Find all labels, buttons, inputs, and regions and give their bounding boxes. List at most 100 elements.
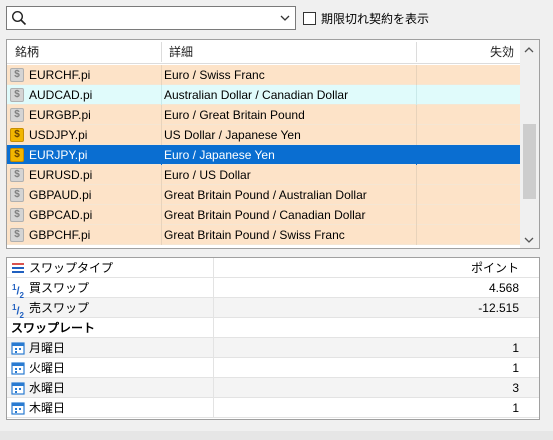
column-header-symbol[interactable]: 銘柄 (15, 40, 39, 64)
cell-divider (416, 105, 417, 125)
symbol-description: Euro / US Dollar (164, 168, 251, 182)
column-header-description[interactable]: 詳細 (169, 40, 193, 64)
symbol-row[interactable]: $ GBPCAD.pi Great Britain Pound / Canadian… (7, 205, 520, 225)
symbol-name: AUDCAD.pi (29, 88, 93, 102)
cell-divider (161, 165, 162, 185)
cell-divider (161, 125, 162, 145)
symbol-row[interactable]: $ GBPAUD.pi Great Britain Pound / Australi… (7, 185, 520, 205)
cell-divider (213, 398, 214, 418)
scrollbar-thumb[interactable] (523, 124, 536, 199)
symbol-name: GBPCHF.pi (29, 228, 91, 242)
coin-grey-icon: $ (10, 228, 24, 242)
scroll-down-arrow-icon[interactable] (524, 236, 534, 244)
chevron-down-icon[interactable] (280, 14, 290, 22)
cell-divider (416, 185, 417, 205)
cell-divider (416, 165, 417, 185)
property-row[interactable]: 水曜日 3 (7, 378, 539, 398)
show-expired-label: 期限切れ契約を表示 (321, 11, 430, 26)
coin-grey-icon: $ (10, 68, 24, 82)
property-row[interactable]: 火曜日 1 (7, 358, 539, 378)
calendar-icon (11, 341, 25, 355)
cell-divider (213, 298, 214, 318)
symbol-name: EURGBP.pi (29, 108, 91, 122)
symbol-row[interactable]: $ GBPCHF.pi Great Britain Pound / Swiss Fr… (7, 225, 520, 245)
cell-divider (416, 125, 417, 145)
symbol-description: Great Britain Pound / Australian Dollar (164, 188, 367, 202)
cell-divider (161, 85, 162, 105)
calendar-icon (11, 381, 25, 395)
symbol-row[interactable]: $ EURGBP.pi Euro / Great Britain Pound (7, 105, 520, 125)
symbol-search-combobox[interactable] (6, 6, 296, 30)
checkbox-box[interactable] (303, 11, 316, 25)
symbols-table-header: 銘柄 詳細 失効 (7, 40, 520, 64)
property-row[interactable]: 月曜日 1 (7, 338, 539, 358)
symbol-description: Euro / Great Britain Pound (164, 108, 305, 122)
cell-divider (213, 358, 214, 378)
half-icon: 1/2 (12, 303, 24, 320)
symbol-row[interactable]: $ USDJPY.pi US Dollar / Japanese Yen (7, 125, 520, 145)
symbol-name: GBPCAD.pi (29, 208, 93, 222)
bottom-strip (0, 431, 553, 440)
property-label: スワップタイプ (29, 261, 114, 275)
property-label: 買スワップ (29, 281, 90, 295)
cell-divider (213, 258, 214, 278)
cell-divider (416, 205, 417, 225)
cell-divider (213, 318, 214, 338)
symbols-table-body: $ EURCHF.pi Euro / Swiss Franc $ AUDCAD.pi Au… (7, 65, 520, 245)
cell-divider (213, 278, 214, 298)
symbol-name: USDJPY.pi (29, 128, 88, 142)
cell-divider (416, 65, 417, 85)
property-row[interactable]: 1/2 買スワップ 4.568 (7, 278, 539, 300)
search-input[interactable] (31, 9, 267, 27)
symbol-row[interactable]: $ EURUSD.pi Euro / US Dollar (7, 165, 520, 185)
coin-gold-icon: $ (10, 148, 24, 162)
search-icon (11, 10, 27, 26)
property-value: 1 (512, 401, 519, 415)
column-divider[interactable] (161, 42, 162, 62)
property-value: 1 (512, 341, 519, 355)
vertical-scrollbar[interactable] (520, 40, 539, 248)
property-label: 水曜日 (29, 381, 66, 395)
cell-divider (213, 378, 214, 398)
symbol-row[interactable]: $ AUDCAD.pi Australian Dollar / Canadian D… (7, 85, 520, 105)
cell-divider (161, 145, 162, 165)
symbol-row[interactable]: $ EURCHF.pi Euro / Swiss Franc (7, 65, 520, 85)
property-value: -12.515 (478, 301, 519, 315)
property-value: ポイント (470, 261, 519, 275)
swap-type-row[interactable]: スワップタイプ ポイント (7, 258, 539, 278)
list-icon (11, 261, 25, 275)
show-expired-checkbox[interactable]: 期限切れ契約を表示 (303, 9, 429, 27)
symbols-table: 銘柄 詳細 失効 $ EURCHF.pi Euro / Swiss Franc $ AU… (6, 39, 540, 249)
coin-grey-icon: $ (10, 208, 24, 222)
cell-divider (161, 205, 162, 225)
coin-gold-icon: $ (10, 128, 24, 142)
symbol-description: US Dollar / Japanese Yen (164, 128, 301, 142)
property-label: スワップレート (11, 321, 96, 335)
cell-divider (416, 85, 417, 105)
cell-divider (161, 65, 162, 85)
cell-divider (161, 105, 162, 125)
symbol-description: Euro / Swiss Franc (164, 68, 265, 82)
column-header-expiry[interactable]: 失効 (490, 40, 514, 64)
property-label: 月曜日 (29, 341, 66, 355)
property-label: 木曜日 (29, 401, 66, 415)
symbol-name: EURJPY.pi (29, 148, 88, 162)
symbol-name: GBPAUD.pi (29, 188, 92, 202)
column-divider[interactable] (416, 42, 417, 62)
property-row[interactable]: 木曜日 1 (7, 398, 539, 418)
coin-grey-icon: $ (10, 88, 24, 102)
property-value: 4.568 (488, 281, 519, 295)
swap-rate-section-header[interactable]: スワップレート (7, 318, 539, 338)
scroll-up-arrow-icon[interactable] (524, 46, 534, 54)
property-row[interactable]: 1/2 売スワップ -12.515 (7, 298, 539, 320)
swap-properties-table: スワップタイプ ポイント 1/2 買スワップ 4.568 1/2 売スワップ -12.515 ス… (6, 257, 540, 420)
cell-divider (416, 225, 417, 245)
calendar-icon (11, 401, 25, 415)
symbol-name: EURUSD.pi (29, 168, 93, 182)
cell-divider (213, 338, 214, 358)
symbol-description: Great Britain Pound / Canadian Dollar (164, 208, 366, 222)
symbol-row[interactable]: $ EURJPY.pi Euro / Japanese Yen (7, 145, 520, 165)
cell-divider (416, 145, 417, 165)
property-value: 1 (512, 361, 519, 375)
half-icon: 1/2 (12, 283, 24, 300)
